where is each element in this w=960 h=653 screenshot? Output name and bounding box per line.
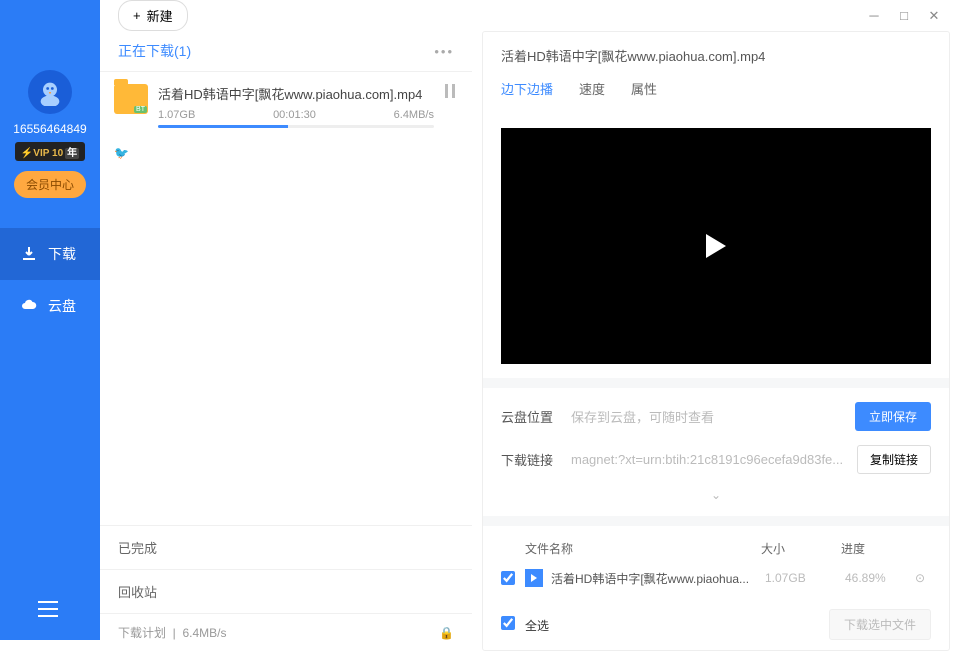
video-preview[interactable]	[501, 128, 931, 364]
cloud-location-label: 云盘位置	[501, 407, 561, 426]
preview-title: 活着HD韩语中字[飘花www.piaohua.com].mp4	[501, 46, 931, 65]
tab-props[interactable]: 属性	[631, 79, 657, 102]
user-id: 16556464849	[13, 122, 86, 136]
th-name: 文件名称	[525, 540, 761, 557]
select-all[interactable]: 全选	[501, 616, 549, 634]
menu-icon[interactable]	[38, 601, 58, 620]
plan-label[interactable]: 下载计划	[118, 626, 166, 640]
trash-section[interactable]: 回收站	[100, 569, 472, 613]
maximize-icon[interactable]: □	[896, 8, 912, 24]
nav-cloud[interactable]: 云盘	[0, 280, 100, 332]
close-icon[interactable]: ✕	[926, 8, 942, 24]
download-link-value[interactable]: magnet:?xt=urn:btih:21c8191c96ecefa9d83f…	[571, 452, 847, 467]
tab-speed[interactable]: 速度	[579, 79, 605, 102]
nav-download[interactable]: 下载	[0, 228, 100, 280]
cloud-location-value: 保存到云盘，可随时查看	[571, 407, 845, 426]
download-size: 1.07GB	[158, 109, 195, 121]
download-icon	[20, 245, 38, 263]
download-link-label: 下载链接	[501, 450, 561, 469]
play-file-icon[interactable]	[525, 569, 543, 587]
lock-icon[interactable]: 🔒	[439, 626, 454, 640]
more-icon[interactable]: •••	[434, 44, 454, 59]
pause-icon[interactable]	[444, 84, 458, 128]
play-icon	[706, 234, 726, 258]
download-name: 活着HD韩语中字[飘花www.piaohua.com].mp4	[158, 84, 434, 103]
goto-icon[interactable]: ⊙	[915, 571, 931, 585]
folder-icon: BT	[114, 84, 148, 114]
avatar[interactable]	[28, 70, 72, 114]
file-size: 1.07GB	[765, 571, 845, 585]
completed-section[interactable]: 已完成	[100, 525, 472, 569]
minimize-icon[interactable]: ─	[866, 8, 882, 24]
download-speed: 6.4MB/s	[394, 109, 434, 121]
vip-badge: ⚡VIP 10年	[15, 142, 85, 161]
bird-icon: 🐦	[114, 146, 472, 160]
th-progress: 进度	[841, 540, 931, 557]
select-all-checkbox[interactable]	[501, 616, 515, 630]
download-item[interactable]: BT 活着HD韩语中字[飘花www.piaohua.com].mp4 1.07G…	[100, 72, 472, 140]
plan-speed: 6.4MB/s	[182, 626, 226, 640]
save-now-button[interactable]: 立即保存	[855, 402, 931, 431]
download-selected-button[interactable]: 下载选中文件	[829, 609, 931, 640]
new-button[interactable]: +新建	[118, 0, 188, 31]
tab-play[interactable]: 边下边播	[501, 79, 553, 102]
file-row[interactable]: 活着HD韩语中字[飘花www.piaohua... 1.07GB 46.89% …	[501, 569, 931, 587]
file-checkbox[interactable]	[501, 571, 515, 585]
file-progress: 46.89%	[845, 571, 915, 585]
th-size: 大小	[761, 540, 841, 557]
collapse-icon[interactable]: ⌄	[501, 488, 931, 502]
download-eta: 00:01:30	[273, 109, 316, 121]
plus-icon: +	[133, 8, 141, 23]
copy-link-button[interactable]: 复制链接	[857, 445, 931, 474]
member-center-button[interactable]: 会员中心	[14, 171, 86, 198]
file-name: 活着HD韩语中字[飘花www.piaohua...	[551, 570, 765, 587]
cloud-icon	[20, 297, 38, 315]
downloading-header[interactable]: 正在下载(1)	[118, 41, 191, 61]
progress-bar	[158, 125, 434, 128]
